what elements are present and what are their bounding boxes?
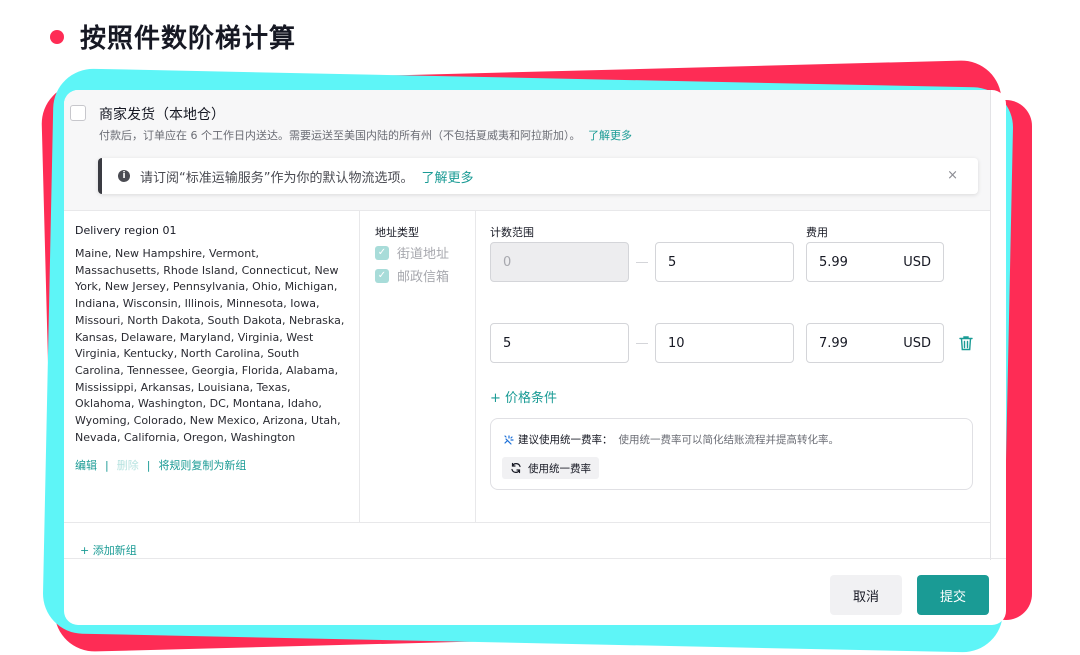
address-option-street[interactable]: ✓ 街道地址 [375,243,449,262]
address-option-label: 街道地址 [397,247,450,262]
merchant-description: 付款后，订单应在 6 个工作日内送达。需要运送至美国内陆的所有州（不包括夏威夷和… [99,127,632,143]
range-dash [636,262,648,263]
suggestion-line: 建议使用统一费率： 使用统一费率可以简化结账流程并提高转化率。 [503,432,839,447]
page-title: 按照件数阶梯计算 [80,24,297,54]
tier-2-fee-value: 7.99 [819,335,848,351]
region-actions: 编辑 | 删除 | 将规则复制为新组 [75,457,246,473]
tier-2-to-input[interactable]: 10 [655,323,794,363]
use-flat-rate-button[interactable]: 使用统一费率 [502,457,599,479]
merchant-title: 商家发货（本地仓） [99,107,225,123]
count-range-label: 计数范围 [490,226,534,239]
add-group-button[interactable]: + 添加新组 [80,542,137,558]
use-flat-rate-label: 使用统一费率 [528,462,591,475]
close-icon[interactable]: × [947,168,958,183]
suggestion-text: 使用统一费率可以简化结账流程并提高转化率。 [618,434,840,446]
merchant-learn-more-link[interactable]: 了解更多 [588,129,632,142]
check-icon[interactable]: ✓ [375,268,389,283]
cancel-button[interactable]: 取消 [830,575,902,615]
range-dash [636,343,648,344]
delivery-rule-row: Delivery region 01 Maine, New Hampshire,… [64,210,990,523]
tier-1-to-value: 5 [668,254,677,270]
column-divider [475,211,476,523]
subscription-notice: i 请订阅“标准运输服务”作为你的默认物流选项。 了解更多 × [98,158,978,194]
tier-1-fee-input[interactable]: 5.99 USD [806,242,944,282]
merchant-section: 商家发货（本地仓） 付款后，订单应在 6 个工作日内送达。需要运送至美国内陆的所… [64,90,990,210]
action-separator: | [146,458,151,472]
row-divider [64,522,990,523]
tier-1-to-input[interactable]: 5 [655,242,794,282]
tier-2-to-value: 10 [668,335,685,351]
region-state-list: Maine, New Hampshire, Vermont, Massachus… [75,247,345,444]
address-option-pobox[interactable]: ✓ 邮政信箱 [375,266,449,285]
column-divider [359,211,360,523]
scrollbar-track[interactable] [990,90,991,560]
copy-rule-link[interactable]: 将规则复制为新组 [158,457,246,473]
address-option-label: 邮政信箱 [397,270,450,285]
currency-unit: USD [903,254,931,270]
info-icon: i [118,170,130,182]
add-price-condition-button[interactable]: + 价格条件 [490,387,557,406]
flat-rate-suggestion: 建议使用统一费率： 使用统一费率可以简化结账流程并提高转化率。 使用统一费率 [490,418,973,490]
footer-divider [64,558,1006,559]
suggestion-title: 建议使用统一费率： [518,434,613,446]
tier-2-from-value: 5 [503,335,512,351]
tier-2-fee-input[interactable]: 7.99 USD [806,323,944,363]
action-separator: | [105,458,109,472]
refresh-icon [511,462,521,474]
tier-1-from-input: 0 [490,242,629,282]
bullet-dot [50,29,64,44]
page-heading: 按照件数阶梯计算 [50,18,296,55]
shipping-rule-card: 商家发货（本地仓） 付款后，订单应在 6 个工作日内送达。需要运送至美国内陆的所… [64,90,1006,625]
edit-link[interactable]: 编辑 [75,457,97,473]
check-icon[interactable]: ✓ [375,245,389,260]
merchant-checkbox[interactable] [70,105,86,121]
notice-text: 请订阅“标准运输服务”作为你的默认物流选项。 [140,170,414,186]
tier-2-from-input[interactable]: 5 [490,323,629,363]
tier-1-fee-value: 5.99 [819,254,848,270]
tier-1-from-value: 0 [503,254,512,270]
region-title: Delivery region 01 [75,224,177,237]
fee-label: 费用 [806,226,828,239]
address-type-label: 地址类型 [375,226,419,239]
notice-learn-more-link[interactable]: 了解更多 [421,167,473,186]
submit-button[interactable]: 提交 [917,575,989,615]
delete-link[interactable]: 删除 [117,457,139,473]
sparkle-icon [504,434,514,445]
trash-icon[interactable] [959,335,973,351]
merchant-description-text: 付款后，订单应在 6 个工作日内送达。需要运送至美国内陆的所有州（不包括夏威夷和… [99,129,581,142]
currency-unit: USD [903,335,931,351]
